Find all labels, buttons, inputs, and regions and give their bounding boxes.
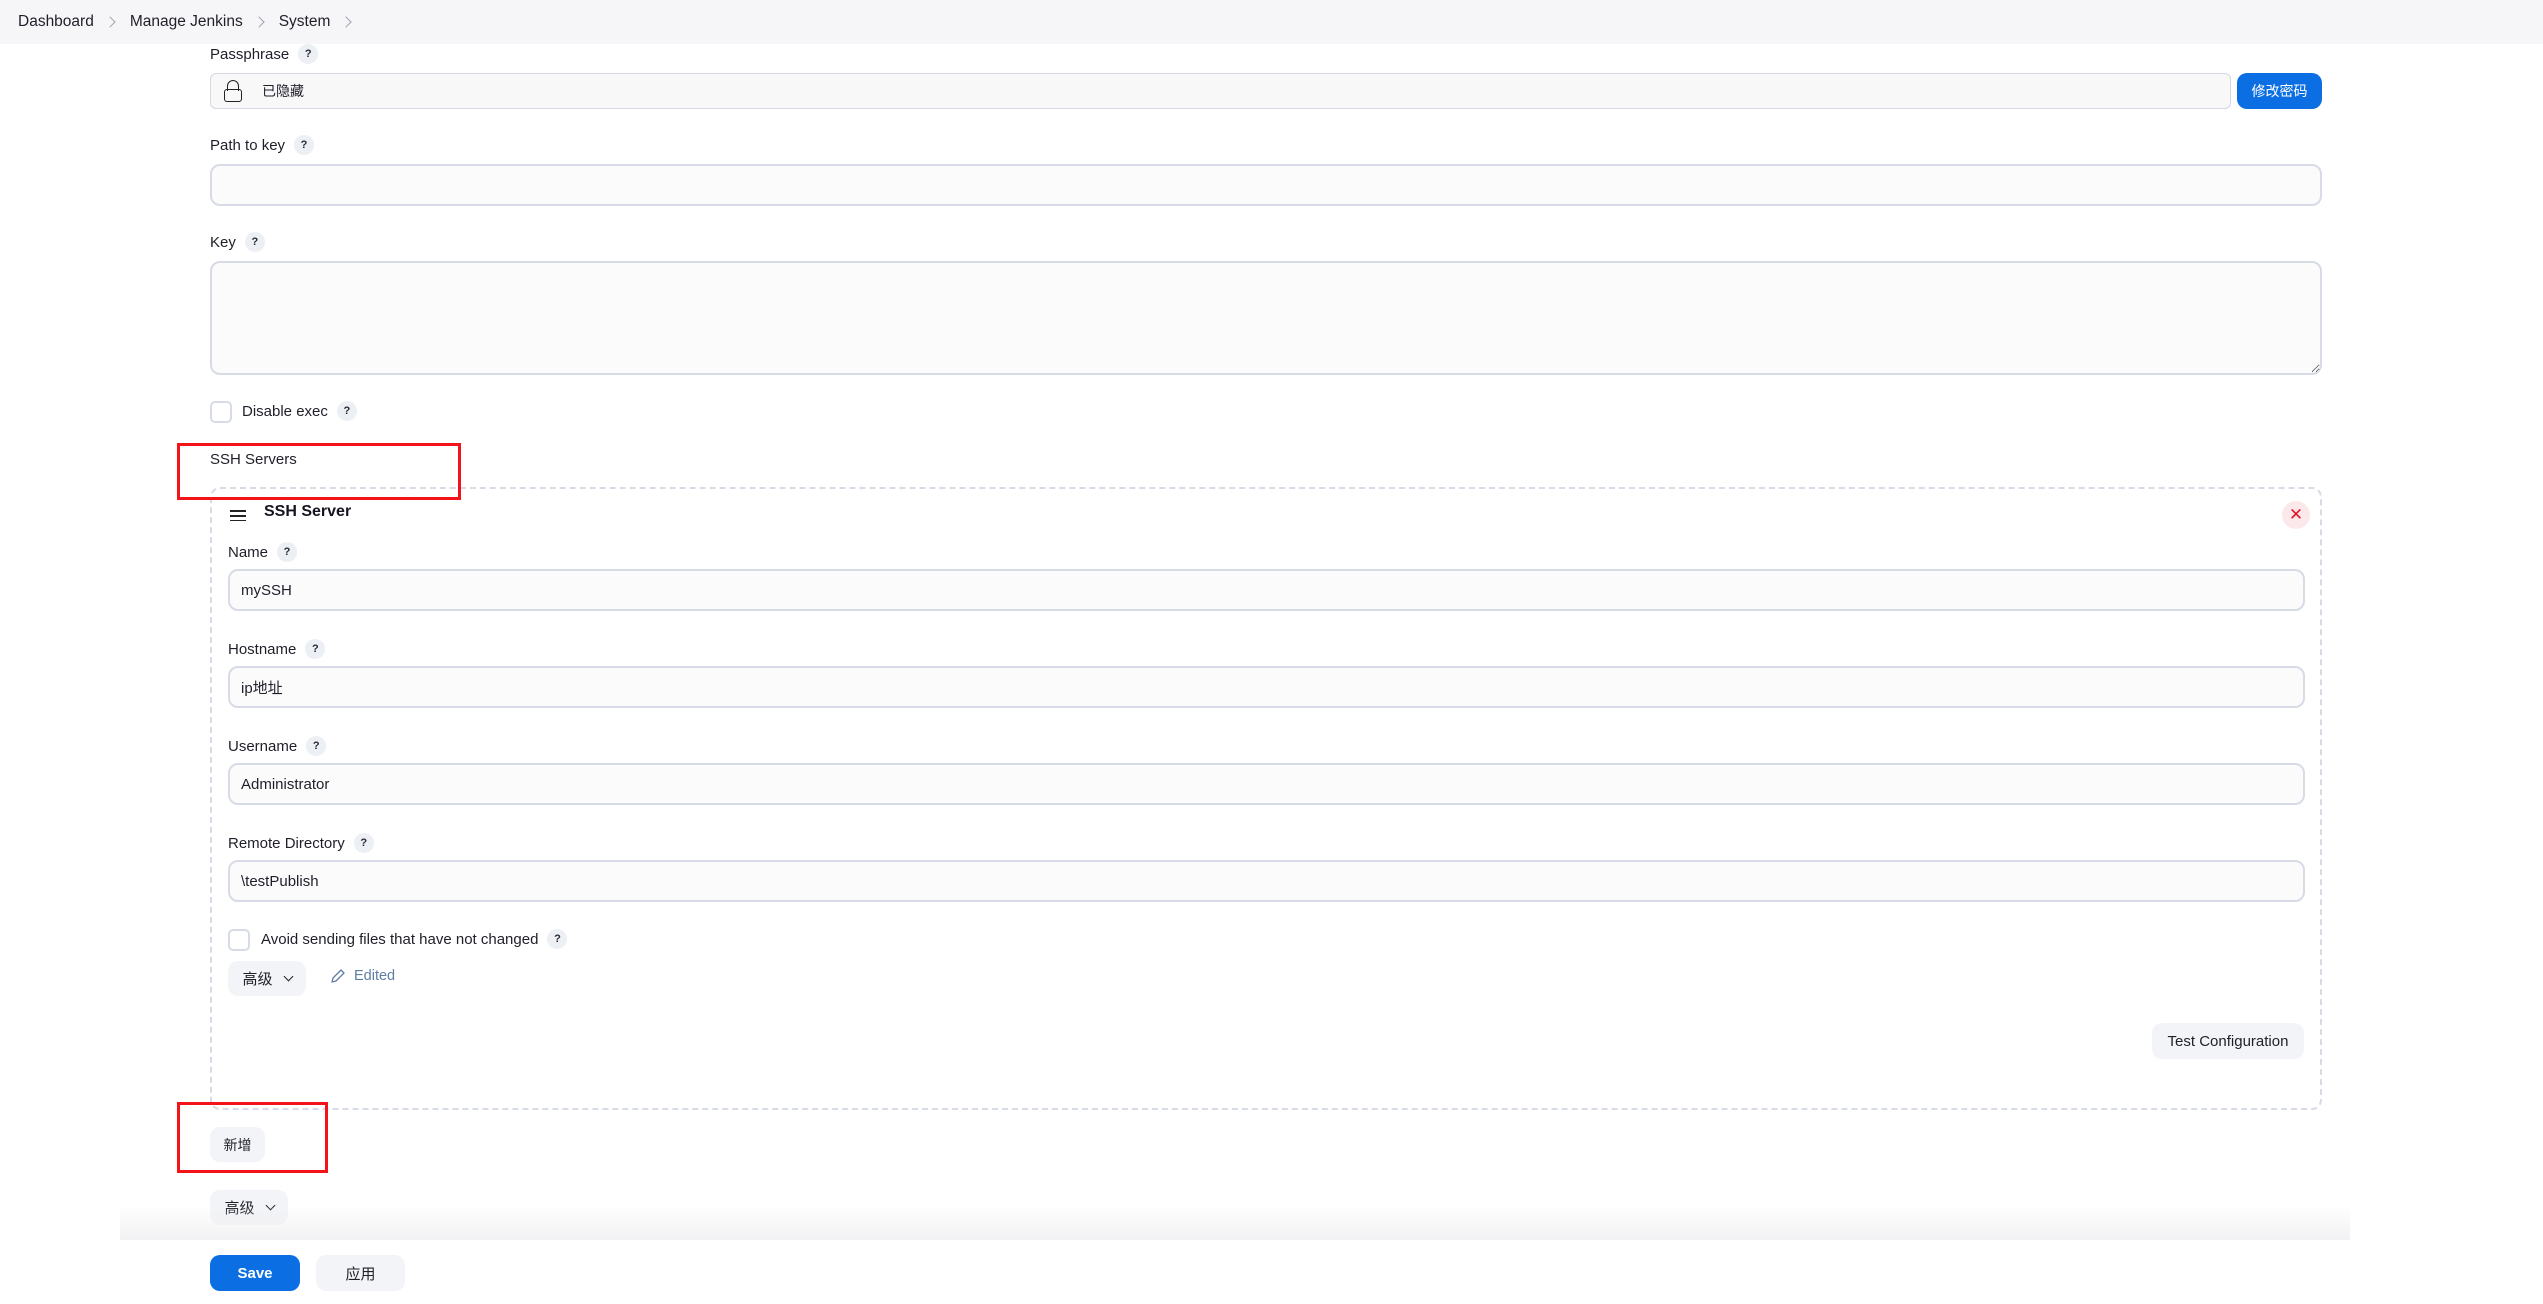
hostname-label-row: Hostname ? <box>228 638 326 660</box>
apply-button[interactable]: 应用 <box>316 1255 405 1291</box>
breadcrumb-dashboard[interactable]: Dashboard <box>18 13 94 31</box>
key-label: Key <box>210 233 236 251</box>
disable-exec-label-row: Disable exec ? <box>242 400 357 422</box>
name-label-row: Name ? <box>228 541 298 563</box>
hostname-input[interactable]: ip地址 <box>228 666 2305 708</box>
passphrase-value: 已隐藏 <box>262 83 304 99</box>
key-label-row: Key ? <box>210 231 265 253</box>
save-button[interactable]: Save <box>210 1255 300 1291</box>
avoid-sending-label[interactable]: Avoid sending files that have not change… <box>261 931 538 948</box>
change-password-button[interactable]: 修改密码 <box>2237 73 2322 109</box>
server-advanced-label: 高级 <box>242 971 273 988</box>
name-label: Name <box>228 543 269 561</box>
help-icon[interactable]: ? <box>336 401 357 421</box>
help-icon[interactable]: ? <box>305 639 326 659</box>
help-icon[interactable]: ? <box>294 135 315 155</box>
help-icon[interactable]: ? <box>353 833 374 853</box>
pencil-icon <box>331 969 345 983</box>
edited-indicator[interactable]: Edited <box>330 968 395 984</box>
help-icon[interactable]: ? <box>277 542 298 562</box>
close-icon[interactable]: ✕ <box>2282 501 2310 529</box>
disable-exec-label[interactable]: Disable exec <box>242 403 328 420</box>
key-textarea[interactable] <box>210 261 2322 375</box>
passphrase-label-row: Passphrase ? <box>210 43 319 65</box>
drag-handle-icon[interactable] <box>230 510 246 522</box>
path-to-key-input[interactable] <box>210 164 2322 206</box>
chevron-right-icon <box>104 16 116 28</box>
help-icon[interactable]: ? <box>298 44 319 64</box>
ssh-server-title: SSH Server <box>264 503 352 520</box>
remote-directory-label: Remote Directory <box>228 834 345 852</box>
username-label: Username <box>228 737 298 755</box>
path-to-key-label: Path to key <box>210 136 286 154</box>
help-icon[interactable]: ? <box>244 232 265 252</box>
help-icon[interactable]: ? <box>306 736 327 756</box>
avoid-sending-checkbox[interactable] <box>228 929 250 951</box>
remote-directory-input[interactable]: \testPublish <box>228 860 2305 902</box>
passphrase-label: Passphrase <box>210 45 290 63</box>
server-advanced-button[interactable]: 高级 <box>228 961 306 996</box>
breadcrumb: Dashboard Manage Jenkins System <box>0 0 2543 44</box>
chevron-right-icon[interactable] <box>340 16 353 28</box>
path-to-key-label-row: Path to key ? <box>210 134 315 156</box>
edited-label: Edited <box>354 968 396 984</box>
footer-bar <box>120 1240 2350 1304</box>
remote-directory-label-row: Remote Directory ? <box>228 832 374 854</box>
hostname-label: Hostname <box>228 640 297 658</box>
breadcrumb-manage-jenkins[interactable]: Manage Jenkins <box>130 13 243 31</box>
chevron-down-icon <box>283 971 293 982</box>
disable-exec-checkbox[interactable] <box>210 401 232 423</box>
passphrase-field[interactable]: 已隐藏 <box>210 73 2231 109</box>
name-input[interactable]: mySSH <box>228 569 2305 611</box>
annotation-box-add-button <box>177 1102 328 1173</box>
ssh-server-block: SSH Server ✕ Name ? mySSH Hostname ? ip地… <box>210 487 2322 1110</box>
help-icon[interactable]: ? <box>547 929 568 949</box>
chevron-right-icon <box>253 16 265 28</box>
test-configuration-button[interactable]: Test Configuration <box>2152 1023 2304 1059</box>
annotation-box-ssh-servers <box>177 443 461 500</box>
username-label-row: Username ? <box>228 735 327 757</box>
lock-icon <box>224 80 242 102</box>
breadcrumb-system[interactable]: System <box>279 13 331 31</box>
username-input[interactable]: Administrator <box>228 763 2305 805</box>
avoid-sending-label-row: Avoid sending files that have not change… <box>261 928 568 950</box>
footer-shadow <box>120 1205 2350 1241</box>
